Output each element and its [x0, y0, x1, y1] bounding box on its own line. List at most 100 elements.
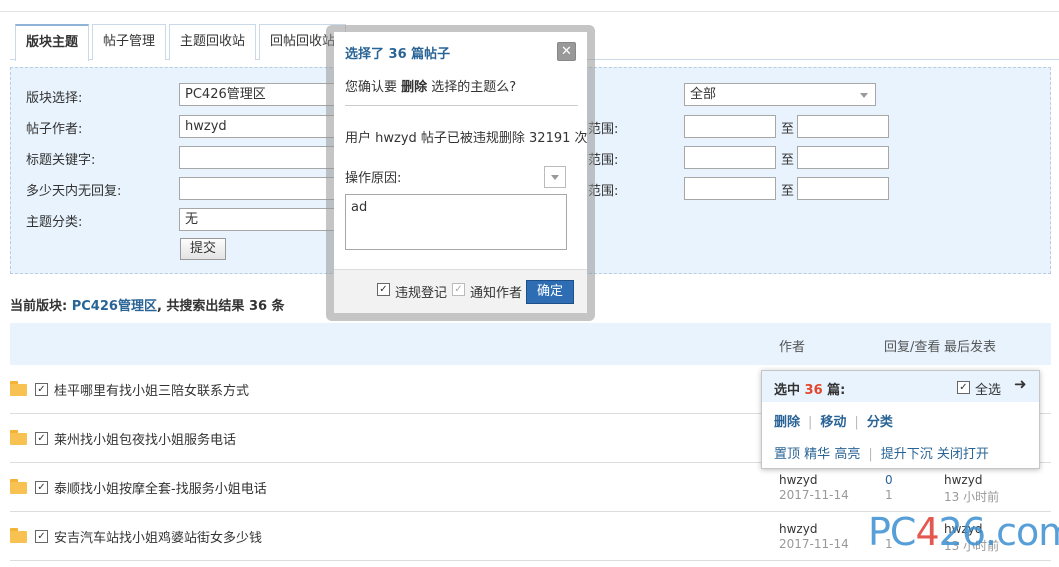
- chevron-down-icon: [551, 175, 559, 180]
- delete-dialog: 选择了 36 篇帖子 ✕ 您确认要 删除 选择的主题么? 用户 hwzyd 帖子…: [334, 32, 588, 313]
- watermark-logo: PC426.com: [868, 510, 1059, 554]
- tab-topic-recycle[interactable]: 主题回收站: [169, 24, 257, 60]
- category-label: 主题分类:: [26, 215, 83, 230]
- list-header: 作者 回复/查看 最后发表: [10, 323, 1051, 365]
- move-link[interactable]: 移动: [820, 415, 846, 430]
- close-open-link[interactable]: 关闭打开: [937, 447, 989, 462]
- separator: |: [868, 447, 873, 462]
- dialog-divider: [345, 105, 578, 106]
- violation-label[interactable]: 违规登记: [395, 282, 447, 301]
- view-count: 1: [885, 488, 893, 502]
- delete-link[interactable]: 删除: [774, 415, 800, 430]
- tab-forum-topics[interactable]: 版块主题: [15, 24, 90, 61]
- last-post-time: 13 小时前: [944, 490, 1000, 504]
- reason-textarea[interactable]: ad: [345, 194, 567, 250]
- confirm-question: 您确认要 删除 选择的主题么?: [345, 76, 516, 95]
- topic-author[interactable]: hwzyd: [779, 473, 817, 487]
- topic-title[interactable]: 桂平哪里有找小姐三陪女联系方式: [54, 380, 249, 399]
- keyword-label: 标题关键字:: [26, 153, 96, 168]
- result-summary: 当前版块: PC426管理区, 共搜索出结果 36 条: [10, 295, 285, 314]
- digest-link[interactable]: 精华: [804, 447, 830, 462]
- watermark-pre: PC: [868, 510, 916, 554]
- highlight-link[interactable]: 高亮: [834, 447, 860, 462]
- category-select[interactable]: 无: [179, 208, 339, 231]
- forum-select[interactable]: PC426管理区: [179, 83, 339, 106]
- range-1-to[interactable]: [797, 115, 889, 138]
- row-checkbox[interactable]: ✓: [35, 530, 48, 543]
- violation-info: 用户 hwzyd 帖子已被违规删除 32191 次: [345, 131, 588, 146]
- result-suffix: , 共搜索出结果 36 条: [156, 299, 285, 314]
- select-all-checkbox[interactable]: ✓: [957, 381, 970, 394]
- reply-count: 0: [885, 473, 893, 487]
- to-label-1: 至: [781, 122, 795, 137]
- table-row[interactable]: ✓ 泰顺找小姐按摩全套-找服务小姐电话 hwzyd 2017-11-14 0 1…: [10, 463, 1051, 512]
- moderation-panel: 选中 36 篇: ✓ 全选 ➜ 删除 | 移动 | 分类 置顶 精华 高亮 | 提升下沉 关…: [761, 370, 1040, 469]
- author-label: 帖子作者:: [26, 122, 83, 137]
- topic-date: 2017-11-14: [779, 537, 849, 551]
- header-reply-view: 回复/查看: [884, 340, 941, 355]
- notify-label[interactable]: 通知作者: [470, 282, 522, 301]
- close-icon[interactable]: ✕: [557, 42, 576, 61]
- folder-icon: [10, 528, 27, 543]
- dialog-title: 选择了 36 篇帖子: [345, 47, 451, 62]
- range-3-from[interactable]: [684, 177, 776, 200]
- topic-title[interactable]: 莱州找小姐包夜找小姐服务电话: [54, 429, 236, 448]
- primary-ops: 删除 | 移动 | 分类: [774, 411, 893, 430]
- secondary-ops: 置顶 精华 高亮 | 提升下沉 关闭打开: [774, 443, 989, 462]
- dialog-footer: ✓ 违规登记 ✓ 通知作者 确定: [334, 269, 587, 313]
- row-checkbox[interactable]: ✓: [35, 432, 48, 445]
- selected-count-title: 选中 36 篇:: [774, 379, 845, 398]
- range-1-from[interactable]: [684, 115, 776, 138]
- bump-link[interactable]: 提升下沉: [881, 447, 933, 462]
- selected-count: 36: [804, 383, 823, 398]
- folder-icon: [10, 381, 27, 396]
- result-forum-link[interactable]: PC426管理区: [72, 299, 157, 314]
- range-2-to[interactable]: [797, 146, 889, 169]
- select-all-label[interactable]: 全选: [975, 379, 1001, 398]
- to-label-2: 至: [781, 153, 795, 168]
- folder-icon: [10, 430, 27, 445]
- row-checkbox[interactable]: ✓: [35, 481, 48, 494]
- confirm-action: 删除: [401, 80, 428, 95]
- last-post-user[interactable]: hwzyd: [944, 473, 982, 487]
- classify-link[interactable]: 分类: [867, 415, 893, 430]
- confirm-suffix: 选择的主题么?: [427, 80, 517, 95]
- days-input[interactable]: [179, 177, 339, 200]
- row-checkbox[interactable]: ✓: [35, 383, 48, 396]
- right-select-value: 全部: [690, 87, 717, 102]
- tab-post-management[interactable]: 帖子管理: [92, 24, 167, 60]
- topic-title[interactable]: 安吉汽车站找小姐鸡婆站街女多少钱: [54, 527, 262, 546]
- forum-label: 版块选择:: [26, 91, 83, 106]
- confirm-button[interactable]: 确定: [526, 280, 574, 304]
- folder-icon: [10, 479, 27, 494]
- topic-title[interactable]: 泰顺找小姐按摩全套-找服务小姐电话: [54, 478, 267, 497]
- header-last-post: 最后发表: [944, 340, 997, 355]
- confirm-prefix: 您确认要: [345, 80, 402, 95]
- selected-prefix: 选中: [774, 383, 805, 398]
- submit-button[interactable]: 提交: [180, 238, 226, 260]
- range-2-from[interactable]: [684, 146, 776, 169]
- watermark-post: 26.com: [938, 510, 1059, 554]
- separator: |: [854, 415, 859, 430]
- days-label: 多少天内无回复:: [26, 184, 122, 199]
- topic-author[interactable]: hwzyd: [779, 522, 817, 536]
- sticky-link[interactable]: 置顶: [774, 447, 800, 462]
- selected-suffix: 篇:: [822, 383, 846, 398]
- to-label-3: 至: [781, 184, 795, 199]
- top-divider: [0, 11, 1059, 12]
- watermark-mid: 4: [915, 510, 939, 554]
- keyword-input[interactable]: [179, 146, 339, 169]
- notify-checkbox[interactable]: ✓: [452, 283, 465, 296]
- reason-label: 操作原因:: [345, 171, 402, 186]
- header-author: 作者: [779, 340, 806, 355]
- result-prefix: 当前版块:: [10, 299, 72, 314]
- violation-checkbox[interactable]: ✓: [377, 283, 390, 296]
- chevron-down-icon: [860, 93, 868, 98]
- topic-date: 2017-11-14: [779, 488, 849, 502]
- separator: |: [808, 415, 813, 430]
- right-select[interactable]: 全部: [684, 83, 876, 106]
- range-3-to[interactable]: [797, 177, 889, 200]
- reason-preset-select[interactable]: [544, 166, 566, 188]
- arrow-right-icon[interactable]: ➜: [1014, 375, 1027, 393]
- author-input[interactable]: hwzyd: [179, 115, 339, 138]
